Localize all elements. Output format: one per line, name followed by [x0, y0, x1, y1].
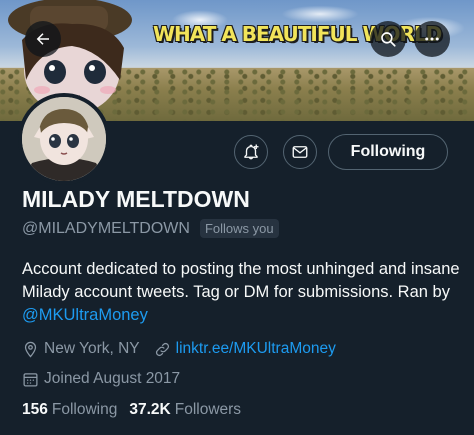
location-text: New York, NY: [44, 340, 140, 357]
avatar[interactable]: [18, 93, 110, 185]
search-icon: [381, 32, 396, 47]
website[interactable]: linktr.ee/MKUltraMoney: [154, 340, 336, 358]
back-button[interactable]: [25, 21, 61, 57]
profile-bio: Account dedicated to posting the most un…: [22, 258, 462, 327]
bio-mention-link[interactable]: @MKUltraMoney: [22, 306, 148, 324]
more-options-button[interactable]: [414, 21, 450, 57]
following-stat[interactable]: 156 Following: [22, 401, 117, 419]
more-icon: [425, 37, 439, 41]
calendar-icon: [23, 372, 38, 387]
following-label: Following: [51, 401, 118, 418]
location: New York, NY: [22, 340, 140, 358]
following-button[interactable]: Following: [328, 134, 448, 170]
followers-stat[interactable]: 37.2K Followers: [129, 401, 241, 419]
follows-you-badge: Follows you: [199, 219, 279, 238]
bio-text: Account dedicated to posting the most un…: [22, 260, 460, 301]
joined-date: Joined August 2017: [22, 370, 180, 388]
envelope-icon: [292, 146, 308, 158]
search-button[interactable]: [370, 21, 406, 57]
avatar-character-illustration: [22, 97, 106, 181]
followers-count: 37.2K: [129, 401, 171, 418]
handle-row: @MILADYMELTDOWN Follows you: [22, 219, 279, 238]
link-icon: [155, 342, 169, 356]
website-link[interactable]: linktr.ee/MKUltraMoney: [176, 340, 336, 358]
message-button[interactable]: [283, 135, 317, 169]
arrow-left-icon: [36, 33, 49, 45]
location-pin-icon: [24, 341, 37, 358]
follow-stats: 156 Following 37.2K Followers: [22, 401, 241, 419]
user-handle: @MILADYMELTDOWN: [22, 219, 190, 237]
following-count: 156: [22, 401, 48, 418]
joined-row: Joined August 2017: [22, 370, 194, 388]
joined-text: Joined August 2017: [44, 370, 181, 387]
followers-label: Followers: [174, 401, 242, 418]
profile-meta-row: New York, NY linktr.ee/MKUltraMoney: [22, 340, 350, 358]
notifications-button[interactable]: [234, 135, 268, 169]
display-name: MILADY MELTDOWN: [22, 186, 250, 212]
bell-plus-icon: [244, 144, 259, 160]
